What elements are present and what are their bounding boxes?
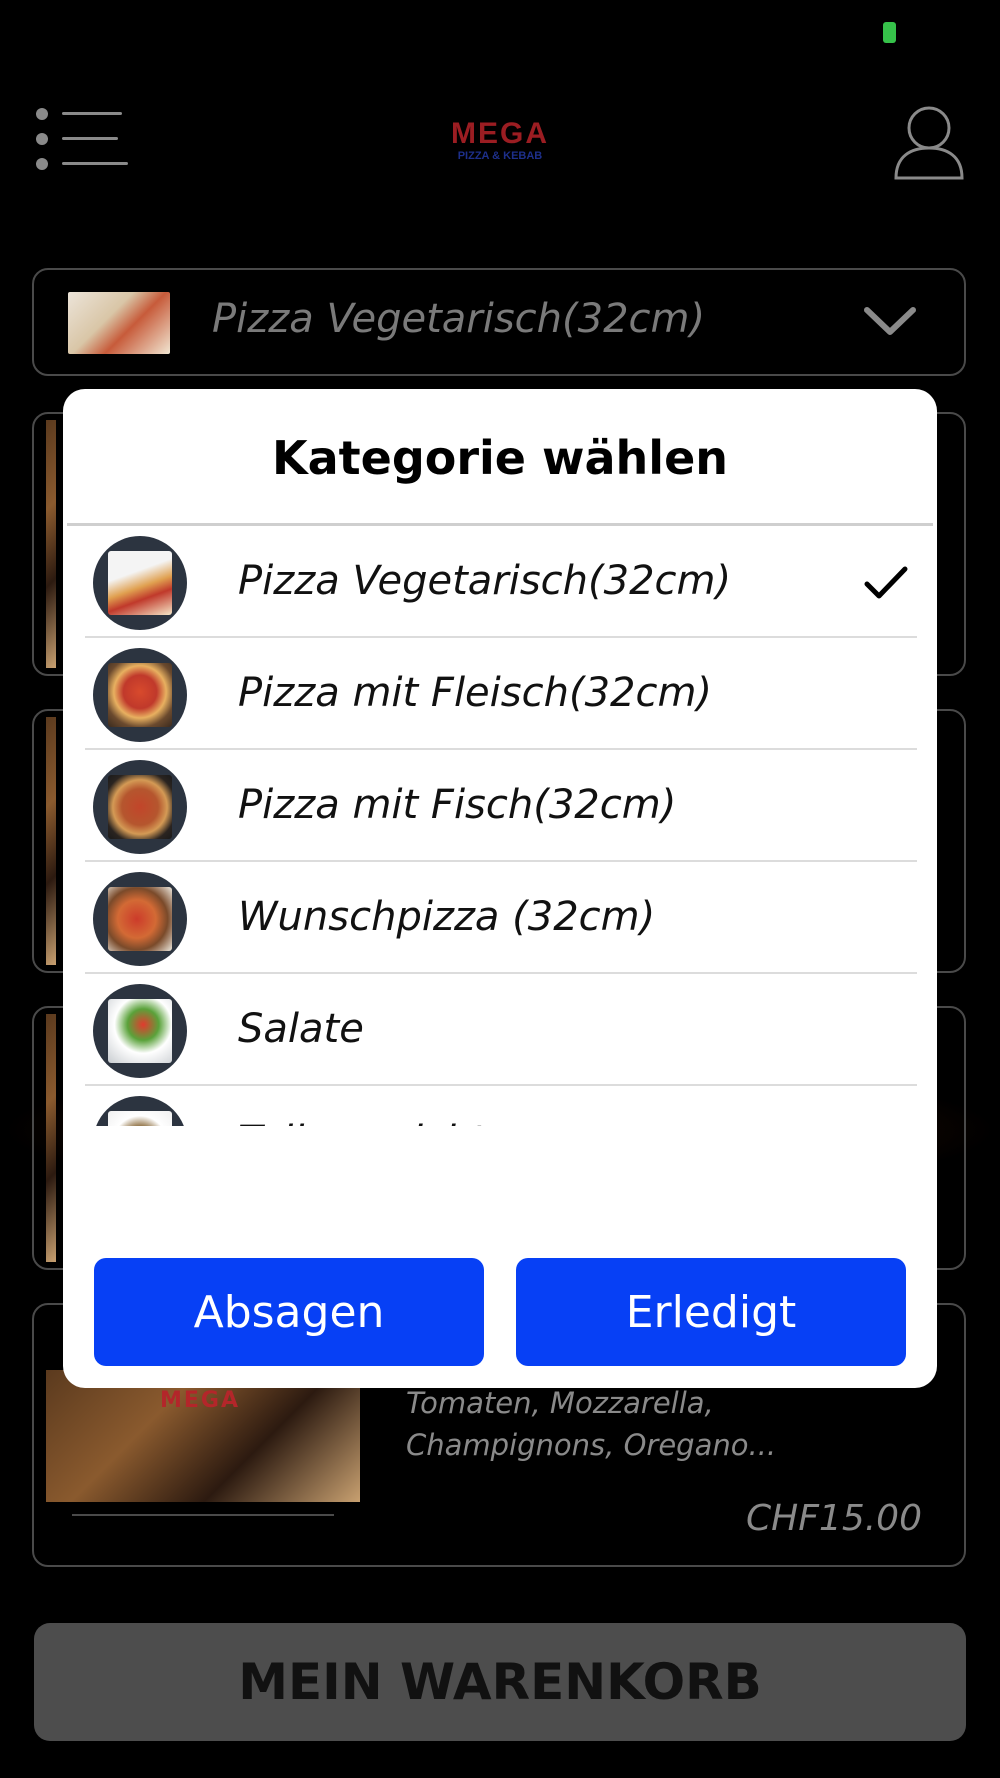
product-image	[46, 717, 56, 965]
divider	[72, 1514, 334, 1516]
category-option-pizza-mit-fleisch[interactable]: Pizza mit Fleisch(32cm)	[85, 638, 917, 750]
product-image	[46, 1014, 56, 1262]
product-price: CHF15.00	[746, 1498, 922, 1539]
user-icon[interactable]	[893, 104, 965, 182]
category-label: Pizza Vegetarisch(32cm)	[238, 558, 732, 604]
product-image	[46, 420, 56, 668]
cart-button[interactable]: MEIN WARENKORB	[34, 1623, 966, 1741]
cancel-button[interactable]: Absagen	[94, 1258, 484, 1366]
category-dropdown-label: Pizza Vegetarisch(32cm)	[212, 296, 706, 342]
logo-sub: PIZZA & KEBAB	[457, 150, 543, 162]
category-label: Tellergerichte	[238, 1118, 511, 1126]
category-image	[108, 663, 172, 727]
category-image	[108, 999, 172, 1063]
category-option-pizza-mit-fisch[interactable]: Pizza mit Fisch(32cm)	[85, 750, 917, 862]
category-picker-dialog: Kategorie wählen Pizza Vegetarisch(32cm)…	[63, 389, 937, 1388]
category-option-wunschpizza[interactable]: Wunschpizza (32cm)	[85, 862, 917, 974]
menu-icon[interactable]	[36, 106, 128, 172]
dialog-title: Kategorie wählen	[271, 431, 729, 485]
category-image	[108, 887, 172, 951]
logo-main: MEGA	[451, 117, 549, 150]
battery-icon	[883, 22, 896, 43]
product-description: Tomaten, Mozzarella, Champignons, Oregan…	[406, 1386, 777, 1462]
logo: MEGA PIZZA & KEBAB	[440, 118, 560, 166]
product-image-logo: MEGA	[160, 1388, 241, 1413]
category-label: Wunschpizza (32cm)	[238, 894, 656, 940]
category-option-tellergerichte[interactable]: Tellergerichte	[85, 1086, 917, 1126]
category-image	[108, 551, 172, 615]
chevron-down-icon[interactable]	[862, 300, 918, 340]
done-button[interactable]: Erledigt	[516, 1258, 906, 1366]
category-option-pizza-vegetarisch[interactable]: Pizza Vegetarisch(32cm)	[85, 526, 917, 638]
category-option-salate[interactable]: Salate	[85, 974, 917, 1086]
category-label: Salate	[238, 1006, 364, 1052]
category-image	[108, 775, 172, 839]
checkmark-icon	[863, 564, 909, 602]
category-label: Pizza mit Fleisch(32cm)	[238, 670, 713, 716]
category-thumbnail	[68, 292, 170, 354]
category-list[interactable]: Pizza Vegetarisch(32cm) Pizza mit Fleisc…	[85, 526, 917, 1126]
category-label: Pizza mit Fisch(32cm)	[238, 782, 677, 828]
category-image	[108, 1111, 172, 1126]
